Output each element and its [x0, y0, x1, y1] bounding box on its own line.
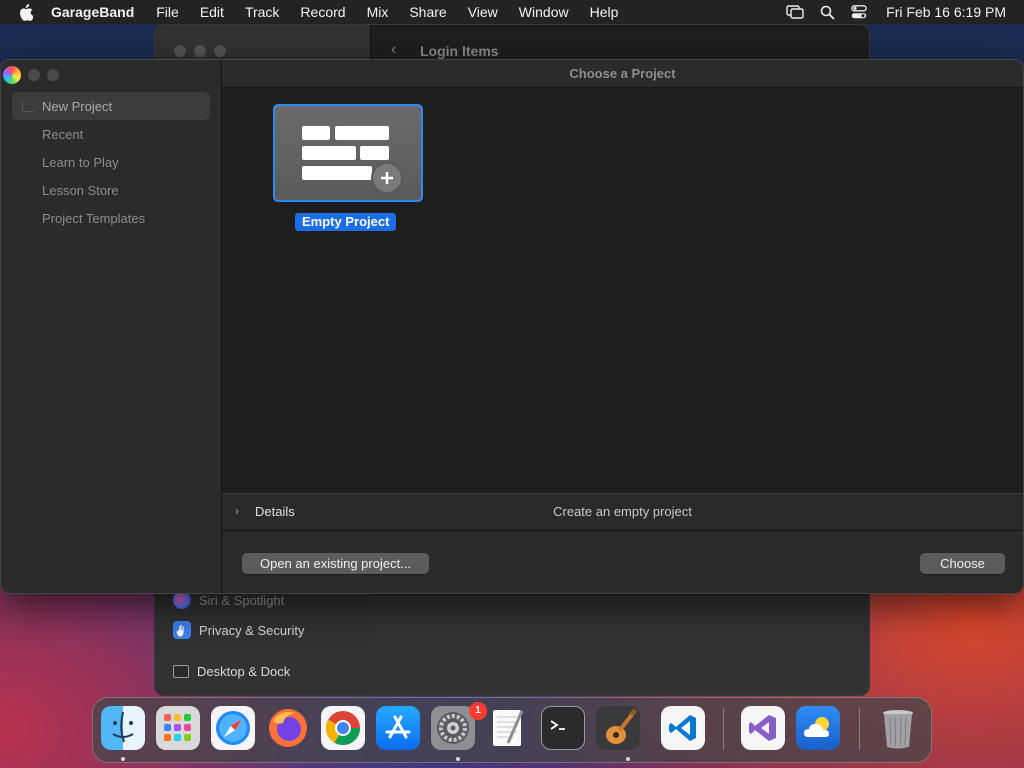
trash-icon[interactable] — [876, 706, 920, 750]
sidebar-item-label: Lesson Store — [42, 182, 119, 198]
settings-title: Login Items — [420, 43, 499, 59]
menu-edit[interactable]: Edit — [200, 4, 224, 20]
project-grid: Empty Project — [222, 88, 1023, 493]
empty-project-icon — [275, 106, 421, 200]
choose-button[interactable]: Choose — [920, 553, 1005, 574]
project-description: Create an empty project — [553, 504, 692, 519]
menu-share[interactable]: Share — [409, 4, 446, 20]
hand-icon — [173, 621, 191, 639]
menu-file[interactable]: File — [156, 4, 179, 20]
minimize-button[interactable] — [194, 45, 206, 57]
sidebar-item-label: Project Templates — [42, 210, 146, 226]
close-button[interactable] — [174, 45, 186, 57]
minimize-button[interactable] — [28, 69, 40, 81]
menu-mix[interactable]: Mix — [367, 4, 389, 20]
sidebar-item-label: Recent — [42, 126, 84, 142]
sidebar-list: New Project Recent Learn to Play Lesson … — [12, 92, 210, 232]
textedit-icon[interactable] — [486, 706, 530, 750]
firefox-icon[interactable] — [266, 706, 310, 750]
settings-window-controls — [174, 45, 226, 57]
details-bar: › Details Create an empty project — [222, 493, 1023, 531]
dock-icon — [173, 665, 189, 678]
brick-shape — [302, 126, 330, 140]
menu-clock[interactable]: Fri Feb 16 6:19 PM — [886, 4, 1006, 20]
running-indicator — [626, 757, 630, 761]
menu-view[interactable]: View — [468, 4, 498, 20]
brick-shape — [302, 166, 372, 180]
weather-icon[interactable] — [796, 706, 840, 750]
window-title: Choose a Project — [569, 66, 676, 81]
sidebar-item-label: Siri & Spotlight — [199, 592, 285, 608]
new-project-icon — [22, 100, 34, 112]
chooser-footer: Open an existing project... Choose — [222, 531, 1023, 593]
running-indicator — [456, 757, 460, 761]
sidebar-item-label: Desktop & Dock — [197, 664, 291, 679]
sidebar-item-label: Learn to Play — [42, 154, 119, 170]
empty-project-label[interactable]: Empty Project — [295, 213, 397, 231]
apple-menu-icon[interactable] — [17, 3, 35, 21]
terminal-icon[interactable] — [541, 706, 585, 750]
zoom-button[interactable] — [47, 69, 59, 81]
sidebar-item-new-project[interactable]: New Project — [12, 92, 210, 120]
brick-shape — [335, 126, 389, 140]
window-controls — [3, 66, 59, 84]
brick-shape — [302, 146, 356, 160]
sidebar-item-lesson-store[interactable]: Lesson Store — [12, 176, 210, 204]
sidebar-item-learn-to-play[interactable]: Learn to Play — [12, 148, 210, 176]
app-name-menu[interactable]: GarageBand — [51, 4, 134, 20]
plus-icon — [371, 162, 403, 194]
sidebar-item-project-templates[interactable]: Project Templates — [12, 204, 210, 232]
finder-icon[interactable] — [101, 706, 145, 750]
visual-studio-icon[interactable] — [741, 706, 785, 750]
notification-badge: 1 — [469, 702, 487, 720]
status-area: Fri Feb 16 6:19 PM — [772, 0, 1006, 24]
dock-separator — [723, 708, 724, 750]
project-chooser-window: New Project Recent Learn to Play Lesson … — [0, 59, 1024, 594]
launchpad-icon[interactable] — [156, 706, 200, 750]
zoom-button[interactable] — [214, 45, 226, 57]
sidebar-item-label: New Project — [42, 98, 113, 114]
menu-bar: GarageBand File Edit Track Record Mix Sh… — [0, 0, 1024, 24]
menu-help[interactable]: Help — [590, 4, 619, 20]
garageband-color-wheel-icon — [3, 66, 21, 84]
chrome-icon[interactable] — [321, 706, 365, 750]
sidebar-item-desktop-dock[interactable]: Desktop & Dock — [173, 664, 290, 679]
menu-window[interactable]: Window — [519, 4, 569, 20]
dock-separator — [859, 708, 860, 750]
safari-icon[interactable] — [211, 706, 255, 750]
brick-shape — [360, 146, 389, 160]
menu-track[interactable]: Track — [245, 4, 279, 20]
dock: 1 — [92, 697, 932, 763]
running-indicator — [121, 757, 125, 761]
back-chevron-icon[interactable]: ‹ — [391, 41, 396, 59]
chooser-sidebar: New Project Recent Learn to Play Lesson … — [1, 60, 222, 593]
garageband-icon[interactable] — [596, 706, 640, 750]
empty-project-tile[interactable] — [273, 104, 423, 202]
vscode-icon[interactable] — [661, 706, 705, 750]
window-titlebar: Choose a Project — [222, 60, 1023, 88]
sidebar-item-recent[interactable]: Recent — [12, 120, 210, 148]
search-icon[interactable] — [818, 4, 836, 20]
sidebar-item-label: Privacy & Security — [199, 622, 305, 638]
menu-record[interactable]: Record — [300, 4, 345, 20]
screen-mirroring-icon[interactable] — [786, 4, 804, 20]
control-center-icon[interactable] — [850, 4, 868, 20]
app-store-icon[interactable] — [376, 706, 420, 750]
open-existing-project-button[interactable]: Open an existing project... — [242, 553, 429, 574]
settings-main-lower — [370, 595, 869, 695]
sidebar-item-privacy[interactable]: Privacy & Security — [173, 621, 304, 639]
